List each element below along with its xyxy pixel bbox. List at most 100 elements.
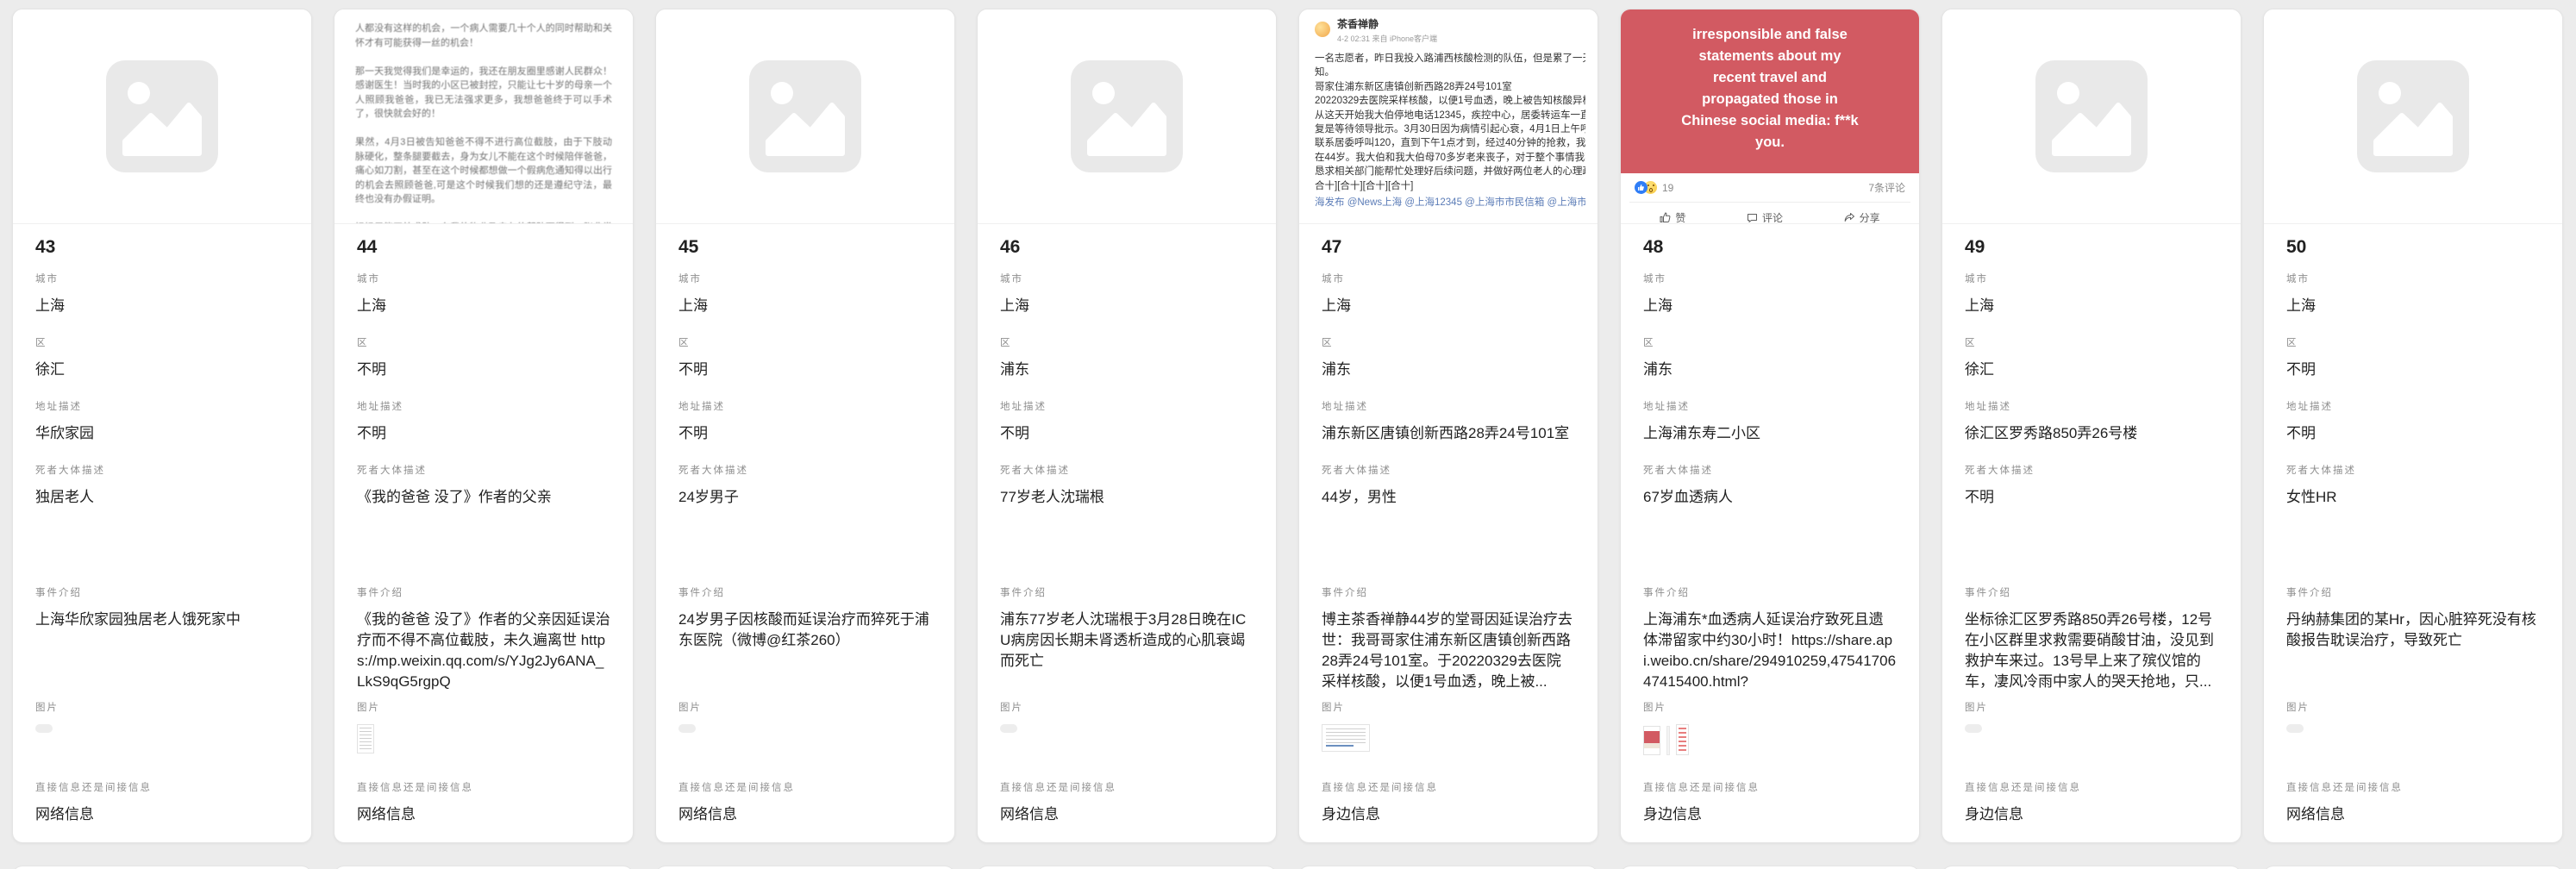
reaction-count: 19 [1662, 182, 1673, 194]
field-value-address: 上海浦东寿二小区 [1643, 423, 1897, 444]
field-label-images: 图片 [1000, 702, 1254, 714]
field-value-direct: 网络信息 [357, 804, 610, 825]
partial-card[interactable] [655, 866, 955, 869]
field-value-event: 24岁男子因核酸而延误治疗而猝死于浦东医院（微博@红茶260） [678, 610, 932, 651]
record-number: 49 [1965, 224, 2218, 273]
field-label-address: 地址描述 [1322, 401, 1575, 413]
field-label-address: 地址描述 [678, 401, 932, 413]
red-post-background: irresponsible and false statements about… [1621, 9, 1919, 173]
record-card-43[interactable]: 43 城市上海 区徐汇 地址描述华欣家园 死者大体描述独居老人 事件介绍上海华欣… [12, 9, 312, 843]
card-cover-placeholder [1942, 9, 2241, 224]
field-label-images: 图片 [678, 702, 932, 714]
field-value-event: 博主茶香禅静44岁的堂哥因延误治疗去世：我哥哥家住浦东新区唐镇创新西路28弄24… [1322, 610, 1575, 692]
card-fields: 50 城市上海 区不明 地址描述不明 死者大体描述女性HR 事件介绍丹纳赫集团的… [2264, 224, 2562, 842]
field-value-event: 丹纳赫集团的某Hr，因心脏猝死没有核酸报告耽误治疗，导致死亡 [2286, 610, 2540, 651]
field-value-address: 不明 [357, 423, 610, 444]
partial-card[interactable] [12, 866, 312, 869]
field-value-address: 不明 [2286, 423, 2540, 444]
field-label-images: 图片 [35, 702, 289, 714]
field-label-district: 区 [678, 337, 932, 349]
partial-card[interactable] [334, 866, 634, 869]
record-card-48[interactable]: irresponsible and false statements about… [1620, 9, 1920, 843]
image-placeholder-icon [2357, 60, 2469, 172]
field-label-address: 地址描述 [35, 401, 289, 413]
field-label-victim: 死者大体描述 [35, 465, 289, 477]
card-fields: 47 城市上海 区浦东 地址描述浦东新区唐镇创新西路28弄24号101室 死者大… [1299, 224, 1597, 842]
image-placeholder-icon [1071, 60, 1183, 172]
field-value-victim: 44岁，男性 [1322, 487, 1575, 508]
record-card-50[interactable]: 50 城市上海 区不明 地址描述不明 死者大体描述女性HR 事件介绍丹纳赫集团的… [2263, 9, 2563, 843]
record-card-49[interactable]: 49 城市上海 区徐汇 地址描述徐汇区罗秀路850弄26号楼 死者大体描述不明 … [1941, 9, 2241, 843]
field-label-event: 事件介绍 [1965, 587, 2218, 599]
record-card-45[interactable]: 45 城市上海 区不明 地址描述不明 死者大体描述24岁男子 事件介绍24岁男子… [655, 9, 955, 843]
record-number: 43 [35, 224, 289, 273]
field-label-event: 事件介绍 [35, 587, 289, 599]
partial-card[interactable] [1620, 866, 1920, 869]
field-value-district: 浦东 [1643, 359, 1897, 380]
field-value-direct: 网络信息 [678, 804, 932, 825]
field-label-city: 城市 [1000, 273, 1254, 285]
field-value-city: 上海 [1643, 296, 1897, 316]
field-label-district: 区 [2286, 337, 2540, 349]
card-cover-placeholder [2264, 9, 2562, 224]
field-value-district: 不明 [678, 359, 932, 380]
card-row: 43 城市上海 区徐汇 地址描述华欣家园 死者大体描述独居老人 事件介绍上海华欣… [0, 0, 2576, 843]
field-value-address: 不明 [678, 423, 932, 444]
record-card-46[interactable]: 46 城市上海 区浦东 地址描述不明 死者大体描述77岁老人沈瑞根 事件介绍浦东… [977, 9, 1277, 843]
field-label-victim: 死者大体描述 [1965, 465, 2218, 477]
attachment-thumbnail [1000, 724, 1017, 733]
field-value-city: 上海 [35, 296, 289, 316]
weibo-post-text: 一名志愿者，昨日我投入路浦西核酸检测的队伍，但是累了一天后晚上接 知。 哥家住浦… [1315, 52, 1585, 193]
field-value-event: 上海华欣家园独居老人饿死家中 [35, 610, 289, 630]
image-placeholder-icon [106, 60, 218, 172]
field-value-district: 徐汇 [1965, 359, 2218, 380]
card-cover-placeholder [656, 9, 954, 224]
field-label-address: 地址描述 [357, 401, 610, 413]
field-value-victim: 77岁老人沈瑞根 [1000, 487, 1254, 508]
field-value-city: 上海 [1000, 296, 1254, 316]
field-label-address: 地址描述 [1000, 401, 1254, 413]
field-label-direct: 直接信息还是间接信息 [1322, 782, 1575, 794]
field-label-direct: 直接信息还是间接信息 [678, 782, 932, 794]
field-value-city: 上海 [678, 296, 932, 316]
field-value-event: 上海浦东*血透病人延误治疗致死且遗体滞留家中约30小时！https://shar… [1643, 610, 1897, 692]
partial-card[interactable] [1298, 866, 1598, 869]
field-value-direct: 身边信息 [1965, 804, 2218, 825]
post-action-bar: 赞 评论 分享 [1629, 202, 1910, 224]
record-number: 48 [1643, 224, 1897, 273]
field-value-victim: 《我的爸爸 没了》作者的父亲 [357, 487, 610, 508]
field-label-images: 图片 [1643, 702, 1897, 714]
field-label-direct: 直接信息还是间接信息 [1643, 782, 1897, 794]
field-label-district: 区 [357, 337, 610, 349]
partial-card[interactable] [977, 866, 1277, 869]
field-value-victim: 67岁血透病人 [1643, 487, 1897, 508]
record-card-47[interactable]: 茶香禅静 4-2 02:31 来自 iPhone客户端 一名志愿者，昨日我投入路… [1298, 9, 1598, 843]
card-fields: 49 城市上海 区徐汇 地址描述徐汇区罗秀路850弄26号楼 死者大体描述不明 … [1942, 224, 2241, 842]
field-label-district: 区 [1643, 337, 1897, 349]
field-label-event: 事件介绍 [2286, 587, 2540, 599]
field-label-city: 城市 [1965, 273, 2218, 285]
attachment-thumbnail [1643, 726, 1660, 755]
next-card-row-peek [0, 866, 2576, 869]
record-number: 47 [1322, 224, 1575, 273]
field-label-images: 图片 [357, 702, 610, 714]
field-label-victim: 死者大体描述 [678, 465, 932, 477]
share-action: 分享 [1844, 210, 1880, 224]
field-label-address: 地址描述 [1643, 401, 1897, 413]
partial-card[interactable] [2263, 866, 2563, 869]
field-label-victim: 死者大体描述 [1643, 465, 1897, 477]
field-value-city: 上海 [1322, 296, 1575, 316]
card-fields: 46 城市上海 区浦东 地址描述不明 死者大体描述77岁老人沈瑞根 事件介绍浦东… [978, 224, 1276, 842]
field-value-victim: 女性HR [2286, 487, 2540, 508]
field-value-event: 浦东77岁老人沈瑞根于3月28日晚在ICU病房因长期未肾透析造成的心肌衰竭而死亡 [1000, 610, 1254, 672]
card-fields: 43 城市上海 区徐汇 地址描述华欣家园 死者大体描述独居老人 事件介绍上海华欣… [13, 224, 311, 842]
like-action: 赞 [1660, 210, 1685, 224]
record-card-44[interactable]: 人都没有这样的机会，一个病人需要几十个人的同时帮助和关怀才有可能获得一丝的机会！… [334, 9, 634, 843]
field-label-address: 地址描述 [2286, 401, 2540, 413]
field-label-victim: 死者大体描述 [1322, 465, 1575, 477]
field-label-district: 区 [1322, 337, 1575, 349]
partial-card[interactable] [1941, 866, 2241, 869]
field-label-city: 城市 [1643, 273, 1897, 285]
field-label-direct: 直接信息还是间接信息 [1965, 782, 2218, 794]
card-cover-weibo-screenshot: 茶香禅静 4-2 02:31 来自 iPhone客户端 一名志愿者，昨日我投入路… [1299, 9, 1597, 224]
